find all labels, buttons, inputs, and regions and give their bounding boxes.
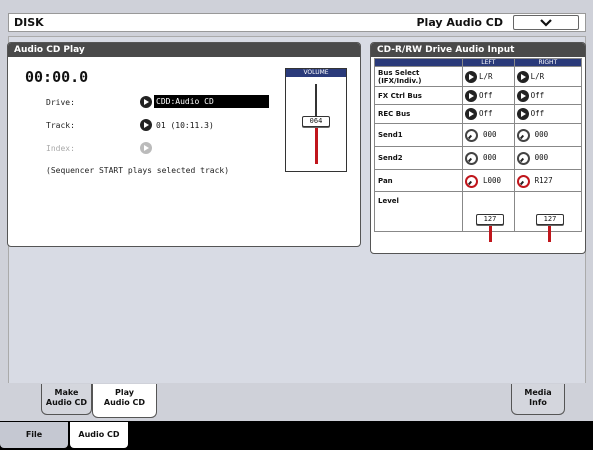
- value: 000: [534, 130, 549, 139]
- panel-header: Audio CD Play: [8, 43, 360, 57]
- knob-icon: [516, 152, 530, 165]
- pan-knob-icon: [516, 174, 530, 188]
- level-right-track: [548, 224, 551, 242]
- track-field[interactable]: 01 (10:11.3): [156, 121, 214, 130]
- title-bar: DISK Play Audio CD: [8, 13, 586, 32]
- popup-arrow-icon: [465, 89, 477, 102]
- tab-make-audio-cd[interactable]: Make Audio CD: [41, 384, 92, 415]
- volume-slider[interactable]: 064: [302, 116, 330, 127]
- knob-icon: [465, 152, 478, 165]
- tab-audio-cd[interactable]: Audio CD: [70, 422, 128, 448]
- volume-track-lower: [315, 126, 318, 164]
- level-left-track: [489, 224, 492, 242]
- popup-arrow-icon: [516, 70, 529, 83]
- value: L/R: [530, 71, 545, 81]
- volume-track-upper: [315, 84, 317, 120]
- drive-popup-arrow-icon[interactable]: [140, 96, 152, 108]
- value: 000: [534, 153, 549, 162]
- send2-label: Send2: [374, 146, 463, 170]
- drive-input-table: LEFT RIGHT Bus Select (IFX/Indiv.) L/R L…: [374, 58, 583, 232]
- page-name: Play Audio CD: [416, 16, 504, 29]
- bus-select-right[interactable]: L/R: [515, 67, 581, 86]
- send2-right[interactable]: 000: [515, 147, 581, 169]
- value: R127: [534, 175, 553, 185]
- rec-bus-left[interactable]: Off: [463, 105, 514, 123]
- track-popup-arrow-icon[interactable]: [140, 119, 152, 131]
- popup-arrow-icon: [465, 108, 477, 120]
- fx-ctrl-bus-right[interactable]: Off: [515, 87, 581, 104]
- rec-bus-label: REC Bus: [374, 104, 463, 124]
- tab-file[interactable]: File: [0, 422, 68, 448]
- popup-arrow-icon: [516, 89, 529, 102]
- page-menu-button[interactable]: [513, 15, 579, 30]
- bus-select-left[interactable]: L/R: [463, 67, 514, 86]
- value: L/R: [479, 71, 493, 81]
- knob-icon: [516, 129, 530, 142]
- level-label: Level: [374, 191, 463, 232]
- mode-name: DISK: [14, 16, 44, 29]
- screen: DISK Play Audio CD Audio CD Play 00:00.0…: [0, 0, 593, 450]
- fx-ctrl-bus-label: FX Ctrl Bus: [374, 86, 463, 105]
- tab-label-line2: Audio CD: [45, 398, 88, 407]
- value: 000: [483, 130, 497, 139]
- value: L000: [483, 175, 502, 185]
- pan-left[interactable]: L000: [463, 170, 514, 191]
- send2-left[interactable]: 000: [463, 147, 514, 169]
- fx-ctrl-bus-left[interactable]: Off: [463, 87, 514, 104]
- volume-label: VOLUME: [286, 69, 346, 77]
- rec-bus-right[interactable]: Off: [515, 105, 581, 123]
- tab-label-line2: Audio CD: [103, 398, 146, 407]
- track-label: Track:: [46, 121, 75, 130]
- panel-header: CD-R/RW Drive Audio Input: [371, 43, 585, 57]
- right-column-header: RIGHT: [513, 58, 583, 67]
- index-label: Index:: [46, 144, 75, 153]
- popup-arrow-icon: [516, 108, 529, 120]
- empty-header: [374, 58, 463, 67]
- tab-label-line1: Media: [524, 388, 552, 397]
- knob-icon: [465, 129, 478, 142]
- drive-label: Drive:: [46, 98, 75, 107]
- send1-right[interactable]: 000: [515, 124, 581, 146]
- index-popup-arrow-icon: [140, 142, 152, 154]
- tab-label-line1: Play: [115, 388, 134, 397]
- drive-field[interactable]: CDD:Audio CD: [154, 95, 269, 108]
- tab-play-audio-cd[interactable]: Play Audio CD: [92, 384, 157, 418]
- level-left-slider[interactable]: 127: [476, 214, 504, 225]
- value: Off: [530, 109, 545, 118]
- send1-label: Send1: [374, 123, 463, 147]
- pan-right[interactable]: R127: [515, 170, 581, 191]
- send1-left[interactable]: 000: [463, 124, 514, 146]
- tab-label-line2: Info: [529, 398, 547, 407]
- value: 000: [483, 153, 497, 162]
- bus-select-label: Bus Select (IFX/Indiv.): [374, 66, 463, 87]
- chevron-down-icon: [540, 19, 552, 27]
- play-time: 00:00.0: [25, 68, 89, 86]
- tab-media-info[interactable]: Media Info: [511, 384, 565, 415]
- tab-label-line1: Make: [54, 388, 79, 397]
- pan-knob-icon: [465, 174, 478, 188]
- value: Off: [479, 90, 493, 100]
- left-column-header: LEFT: [462, 58, 515, 67]
- popup-arrow-icon: [465, 70, 477, 83]
- sequencer-note: (Sequencer START plays selected track): [46, 166, 230, 175]
- level-right-slider[interactable]: 127: [536, 214, 564, 225]
- value: Off: [479, 109, 493, 118]
- pan-label: Pan: [374, 169, 463, 192]
- value: Off: [530, 90, 545, 100]
